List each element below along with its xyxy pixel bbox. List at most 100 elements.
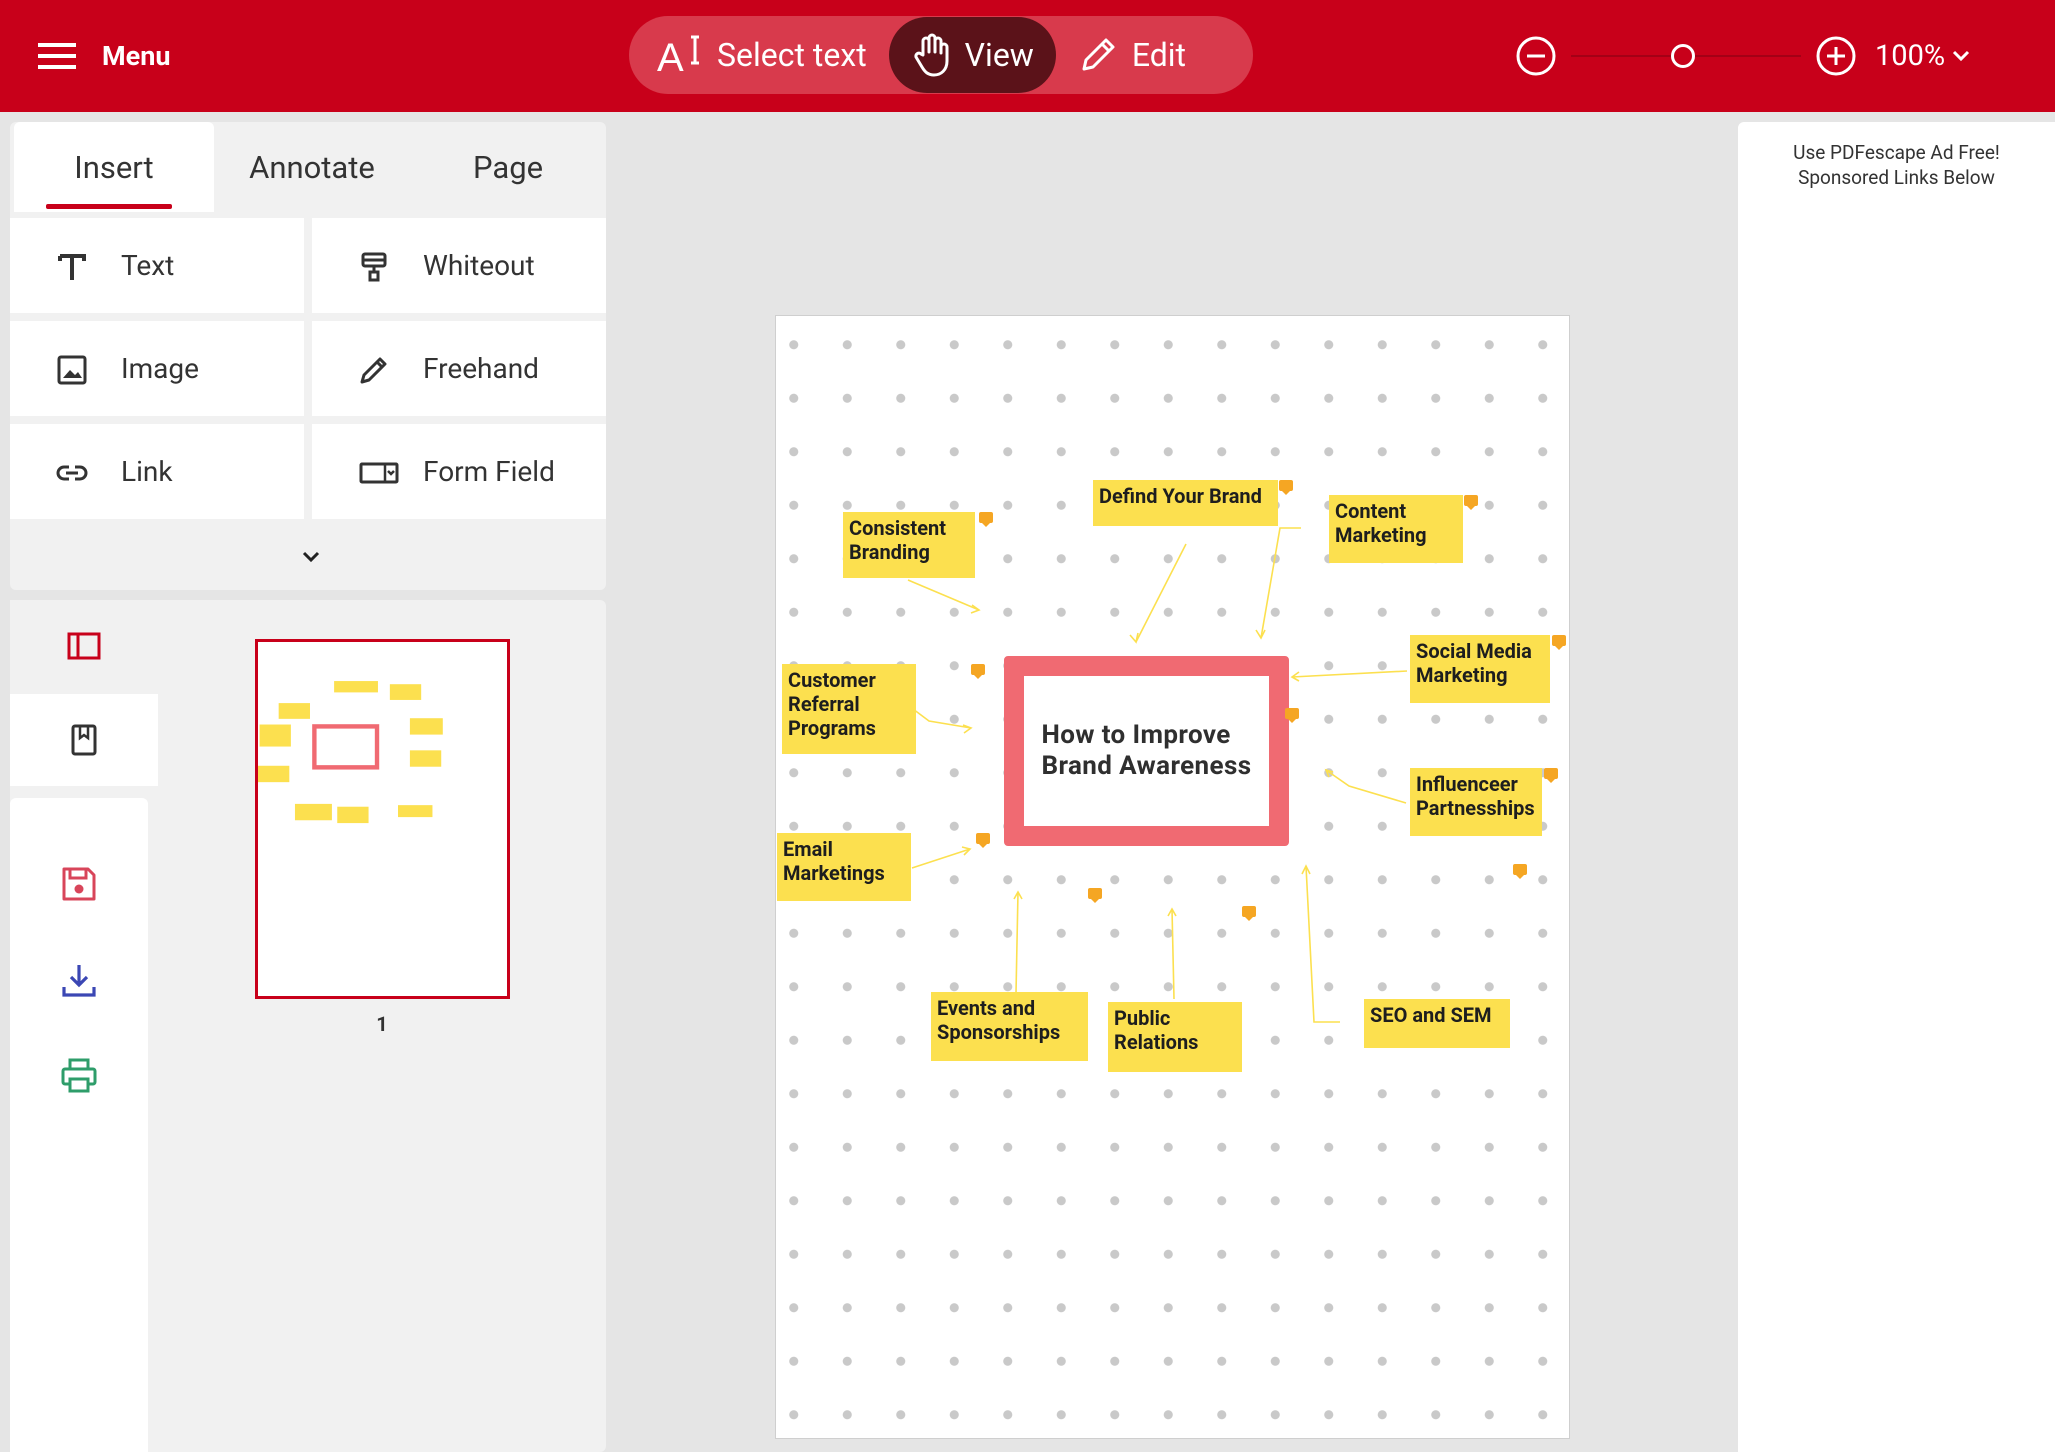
zoom-slider-handle[interactable] — [1671, 44, 1695, 68]
comment-icon[interactable] — [1513, 864, 1527, 879]
comment-icon[interactable] — [1464, 495, 1478, 510]
download-icon — [62, 965, 96, 997]
note-text: Marketing — [1416, 663, 1508, 687]
note-text: Relations — [1114, 1030, 1199, 1054]
printer-icon — [61, 1058, 97, 1093]
print-button[interactable] — [5, 1030, 153, 1122]
note-text: Email — [783, 837, 833, 861]
note-text: Referral — [788, 692, 860, 716]
sidebar-panel-icon — [67, 632, 101, 660]
note-text: Consistent — [849, 516, 946, 540]
freehand-tool-label: Freehand — [423, 352, 539, 385]
save-icon — [62, 867, 96, 901]
note-text: Marketing — [1335, 523, 1427, 547]
save-button[interactable] — [5, 838, 153, 930]
zoom-controls: 100% — [1515, 30, 1971, 82]
note-text: Customer — [788, 668, 876, 692]
note-text: Partnesships — [1416, 796, 1535, 820]
menu-button[interactable]: Menu — [38, 30, 170, 82]
mode-switcher: A Select text View Edit — [629, 16, 1253, 94]
note-social-media-marketing[interactable]: Social Media Marketing — [1410, 635, 1550, 703]
form-field-tool-button[interactable]: Form Field — [312, 424, 606, 519]
tool-panel: Insert Annotate Page Text Whiteout Image… — [10, 122, 606, 590]
comment-icon[interactable] — [1285, 708, 1299, 723]
note-content-marketing[interactable]: Content Marketing — [1329, 495, 1463, 563]
note-text: SEO and SEM — [1370, 1003, 1492, 1027]
edit-mode-button[interactable]: Edit — [1056, 17, 1208, 93]
form-field-tool-label: Form Field — [423, 455, 555, 488]
pencil-icon — [1082, 38, 1115, 71]
note-text: Defind Your Brand — [1099, 484, 1262, 508]
comment-icon[interactable] — [979, 512, 993, 527]
thumbnails-view-button[interactable] — [10, 600, 158, 692]
text-tool-label: Text — [121, 249, 175, 282]
note-customer-referral-programs[interactable]: Customer Referral Programs — [782, 664, 916, 754]
view-mode-button[interactable]: View — [888, 17, 1056, 93]
thumbnail-preview — [258, 642, 507, 996]
ad-line-1: Use PDFescape Ad Free! — [1793, 141, 2000, 164]
view-label: View — [964, 36, 1034, 74]
tab-annotate[interactable]: Annotate — [214, 122, 410, 212]
image-tool-button[interactable]: Image — [10, 321, 304, 416]
chevron-down-icon[interactable] — [296, 542, 326, 572]
zoom-level-value: 100% — [1875, 39, 1946, 73]
download-button[interactable] — [5, 934, 153, 1026]
side-rail-views — [10, 600, 158, 788]
center-topic-line-2: Brand Awareness — [1041, 751, 1252, 781]
tab-annotate-label: Annotate — [249, 148, 375, 186]
ad-line-2: Sponsored Links Below — [1798, 166, 1995, 189]
comment-icon[interactable] — [1552, 635, 1566, 650]
note-public-relations[interactable]: Public Relations — [1108, 1002, 1242, 1072]
menu-label: Menu — [102, 40, 171, 72]
center-topic: How to Improve Brand Awareness — [1004, 656, 1289, 846]
page-thumbnail[interactable] — [255, 639, 510, 999]
note-events-and-sponsorships[interactable]: Events and Sponsorships — [931, 992, 1088, 1061]
note-text: Programs — [788, 716, 876, 740]
pencil-icon — [360, 357, 387, 384]
chevron-down-icon — [1953, 50, 1970, 62]
link-tool-label: Link — [121, 455, 173, 488]
pdf-page[interactable]: How to Improve Brand Awareness Consistent… — [775, 315, 1570, 1439]
note-email-marketings[interactable]: Email Marketings — [777, 833, 911, 901]
zoom-out-icon[interactable] — [1515, 35, 1557, 77]
zoom-slider[interactable] — [1571, 30, 1801, 82]
bookmark-icon — [71, 724, 97, 756]
center-topic-label: How to Improve Brand Awareness — [1042, 720, 1252, 782]
note-text: Influenceer — [1416, 772, 1518, 796]
note-seo-and-sem[interactable]: SEO and SEM — [1364, 999, 1510, 1048]
select-text-label: Select text — [717, 36, 867, 74]
note-text: Marketings — [783, 861, 885, 885]
paint-roller-icon — [361, 252, 387, 282]
link-tool-button[interactable]: Link — [10, 424, 304, 519]
zoom-in-icon[interactable] — [1815, 35, 1857, 77]
top-toolbar: Menu A Select text View Edit 100% — [0, 0, 2055, 112]
comment-icon[interactable] — [1088, 888, 1102, 903]
note-defind-your-brand[interactable]: Defind Your Brand — [1093, 480, 1278, 526]
note-text: Events and — [937, 996, 1036, 1020]
comment-icon[interactable] — [976, 833, 990, 848]
tab-insert[interactable]: Insert — [14, 122, 214, 212]
svg-text:A: A — [657, 36, 684, 77]
note-text: Branding — [849, 540, 930, 564]
hand-icon — [914, 33, 949, 77]
freehand-tool-button[interactable]: Freehand — [312, 321, 606, 416]
whiteout-tool-button[interactable]: Whiteout — [312, 218, 606, 313]
zoom-level-dropdown[interactable]: 100% — [1875, 39, 1971, 73]
comment-icon[interactable] — [971, 664, 985, 679]
select-text-mode-button[interactable]: A Select text — [635, 17, 889, 93]
active-tab-indicator — [46, 204, 172, 209]
note-text: Public — [1114, 1006, 1171, 1030]
note-influencer-partnerships[interactable]: Influenceer Partnesships — [1410, 768, 1542, 836]
whiteout-tool-label: Whiteout — [423, 249, 535, 282]
tab-page[interactable]: Page — [410, 122, 606, 212]
comment-icon[interactable] — [1242, 906, 1256, 921]
comment-icon[interactable] — [1544, 768, 1558, 783]
comment-icon[interactable] — [1279, 480, 1293, 495]
note-consistent-branding[interactable]: Consistent Branding — [843, 512, 975, 578]
bookmarks-view-button[interactable] — [10, 694, 158, 786]
thumbnail-page-number: 1 — [376, 1012, 388, 1036]
image-tool-label: Image — [121, 352, 199, 385]
note-text: Social Media — [1416, 639, 1532, 663]
center-topic-line-1: How to Improve — [1041, 720, 1231, 750]
text-tool-button[interactable]: Text — [10, 218, 304, 313]
